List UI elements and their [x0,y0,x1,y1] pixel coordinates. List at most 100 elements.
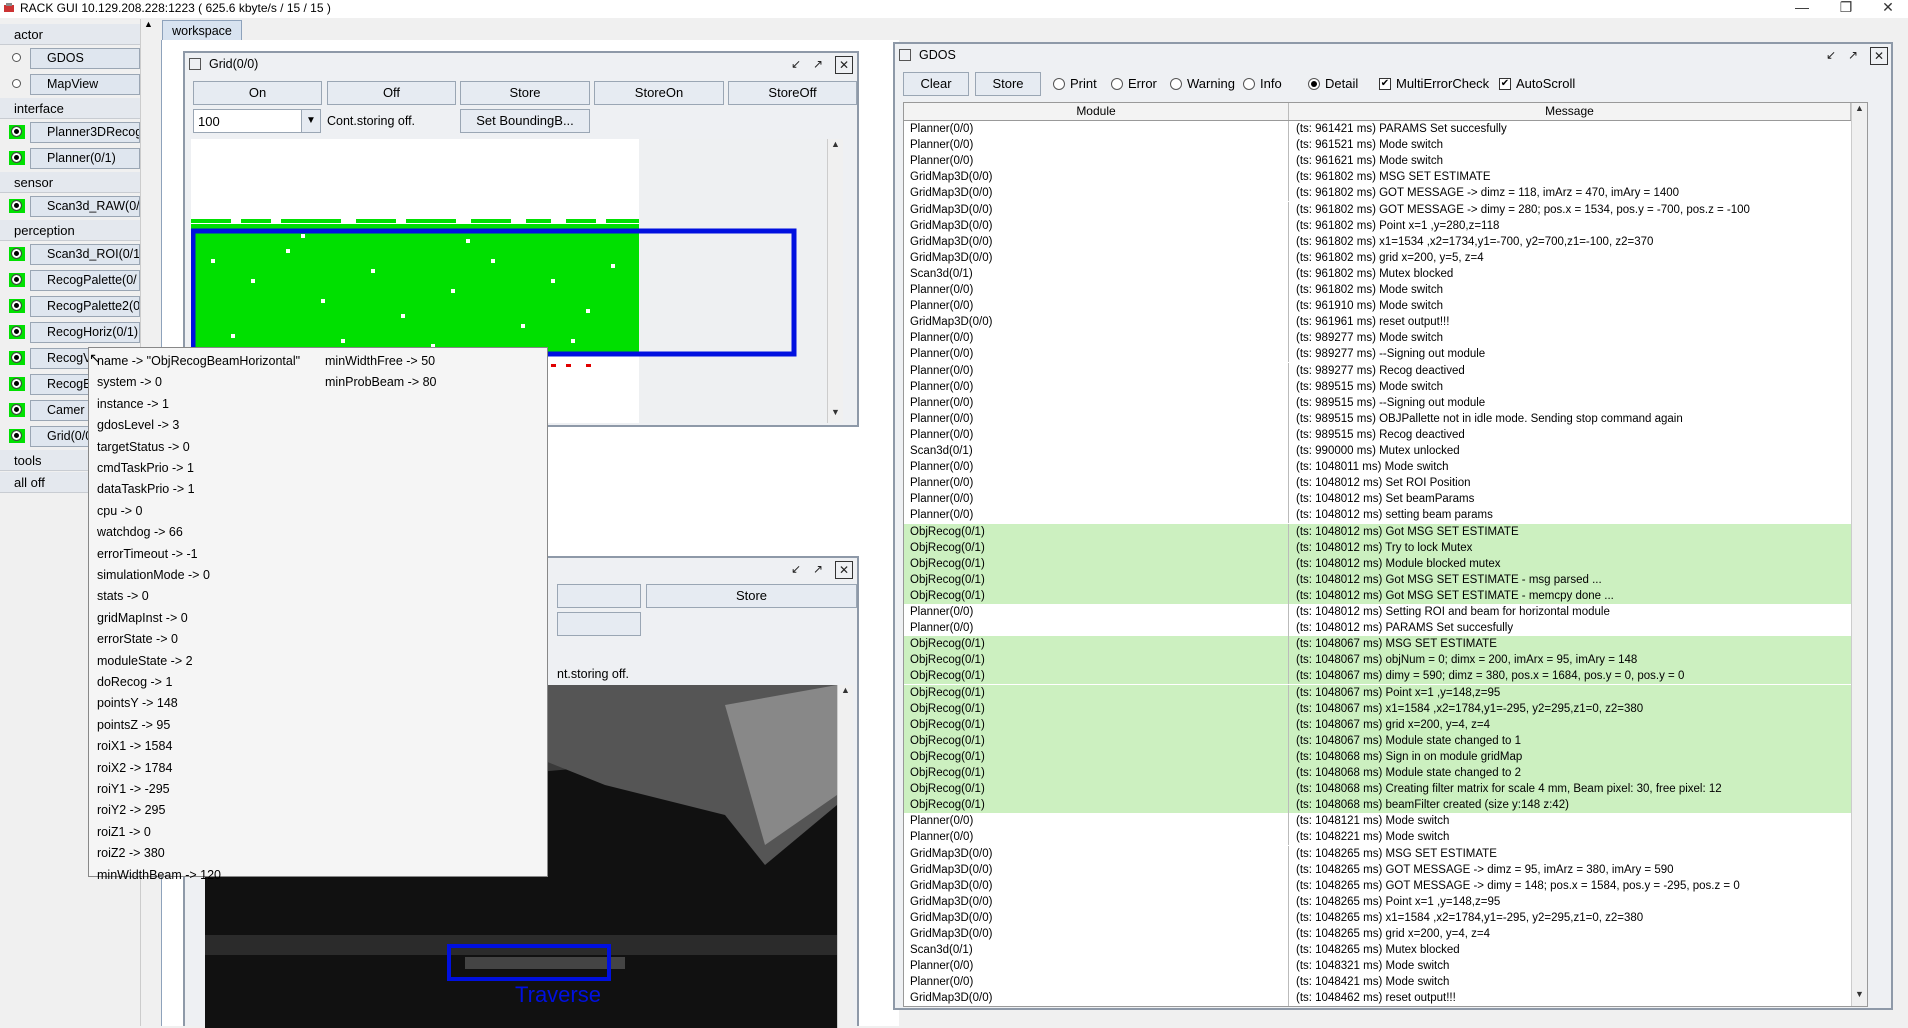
shrink-icon[interactable]: ↙ [788,561,804,577]
log-row[interactable]: Planner(0/0) (ts: 1048012 ms) Set beamPar… [904,491,1867,508]
module-toggle-radio[interactable] [9,403,25,417]
sidebar-item-scan3d-raw-0[interactable]: Scan3d_RAW(0/ [0,194,140,218]
maximize-icon[interactable]: ↗ [810,56,826,72]
camera-scrollbar[interactable]: ▲ [837,685,853,1028]
resolution-combo[interactable]: 100 ▼ [193,109,321,133]
close-icon[interactable]: ✕ [1870,47,1888,65]
on-button[interactable]: On [193,81,322,105]
log-row[interactable]: Planner(0/0) (ts: 1048012 ms) Setting ROI… [904,604,1867,620]
log-row[interactable]: GridMap3D(0/0) (ts: 1048265 ms) GOT MESSA… [904,877,1867,894]
sidebar-item-label[interactable]: Planner(0/1) [30,148,140,169]
minimize-icon[interactable]: — [1782,0,1822,15]
log-row[interactable]: Planner(0/0) (ts: 1048121 ms) Mode switch [904,813,1867,830]
log-row[interactable]: ObjRecog(0/1) (ts: 1048067 ms) Point x=1 … [904,684,1867,701]
log-row[interactable]: ObjRecog(0/1) (ts: 1048068 ms) Sign in on… [904,748,1867,765]
shrink-icon[interactable]: ↙ [788,56,804,72]
column-module[interactable]: Module [904,103,1289,120]
sidebar-group-sensor[interactable]: sensor [0,172,140,193]
log-row[interactable]: GridMap3D(0/0) (ts: 1048265 ms) Point x=1… [904,893,1867,910]
log-row[interactable]: ObjRecog(0/1) (ts: 1048068 ms) Module sta… [904,765,1867,781]
log-row[interactable]: Scan3d(0/1) (ts: 990000 ms) Mutex unlocke… [904,443,1867,459]
log-row[interactable]: Planner(0/0) (ts: 989515 ms) Mode switch [904,378,1867,395]
store-off-button[interactable]: StoreOff [728,81,857,105]
column-message[interactable]: Message [1289,103,1851,120]
sidebar-item-label[interactable]: RecogPalette2(0 [30,296,140,317]
log-row[interactable]: Planner(0/0) (ts: 1048012 ms) PARAMS Set … [904,620,1867,637]
log-row[interactable]: Planner(0/0) (ts: 989515 ms) OBJPallette … [904,410,1867,427]
sidebar-item-label[interactable]: Scan3d_RAW(0/ [30,196,140,217]
sidebar-group-actor[interactable]: actor [0,24,140,45]
camera-store-button[interactable]: Store [646,584,857,608]
log-row[interactable]: Planner(0/0) (ts: 989277 ms) Mode switch [904,330,1867,347]
log-row[interactable]: Planner(0/0) (ts: 961421 ms) PARAMS Set s… [904,121,1867,137]
log-row[interactable]: GridMap3D(0/0) (ts: 1048265 ms) grid x=20… [904,926,1867,942]
log-row[interactable]: Planner(0/0) (ts: 961802 ms) Mode switch [904,282,1867,298]
sidebar-item-label[interactable]: Scan3d_ROI(0/1) [30,244,140,265]
off-button[interactable]: Off [327,81,456,105]
log-row[interactable]: GridMap3D(0/0) (ts: 961802 ms) MSG SET ES… [904,169,1867,186]
sidebar-item-mapview[interactable]: MapView [0,72,140,96]
log-row[interactable]: ObjRecog(0/1) (ts: 1048067 ms) dimy = 590… [904,668,1867,685]
module-toggle-radio[interactable] [9,247,25,261]
module-toggle-radio[interactable] [9,273,25,287]
log-row[interactable]: Planner(0/0) (ts: 1048221 ms) Mode switch [904,829,1867,846]
log-row[interactable]: GridMap3D(0/0) (ts: 961802 ms) Point x=1 … [904,217,1867,234]
sidebar-item-label[interactable]: RecogHoriz(0/1) [30,322,140,343]
log-row[interactable]: Planner(0/0) (ts: 989277 ms) --Signing ou… [904,346,1867,363]
sidebar-item-gdos[interactable]: GDOS [0,46,140,70]
log-row[interactable]: GridMap3D(0/0) (ts: 961802 ms) GOT MESSAG… [904,185,1867,202]
log-row[interactable]: ObjRecog(0/1) (ts: 1048068 ms) beamFilter… [904,797,1867,814]
log-row[interactable]: Planner(0/0) (ts: 1048321 ms) Mode switch [904,958,1867,975]
close-icon[interactable]: ✕ [1868,0,1908,16]
module-toggle-radio[interactable] [9,325,25,339]
log-row[interactable]: Scan3d(0/1) (ts: 961802 ms) Mutex blocked [904,265,1867,282]
close-icon[interactable]: ✕ [835,56,853,74]
clear-button[interactable]: Clear [903,72,969,96]
log-row[interactable]: ObjRecog(0/1) (ts: 1048067 ms) x1=1584 ,x… [904,700,1867,717]
sidebar-item-recoghoriz-0-1[interactable]: RecogHoriz(0/1) [0,320,140,344]
sidebar-item-label[interactable]: Planner3DRecog [30,122,140,143]
module-toggle-radio[interactable] [9,51,25,65]
log-row[interactable]: GridMap3D(0/0) (ts: 1048265 ms) x1=1584 ,… [904,909,1867,926]
restore-icon[interactable]: ❐ [1826,0,1866,16]
module-toggle-radio[interactable] [9,125,25,139]
log-row[interactable]: Planner(0/0) (ts: 1048011 ms) Mode switch [904,459,1867,476]
log-row[interactable]: ObjRecog(0/1) (ts: 1048067 ms) Module sta… [904,732,1867,749]
tab-workspace[interactable]: workspace [162,20,242,41]
sidebar-item-scan3d-roi-0-1[interactable]: Scan3d_ROI(0/1) [0,242,140,266]
sidebar-item-planner3drecog[interactable]: Planner3DRecog [0,120,140,144]
log-row[interactable]: Planner(0/0) (ts: 1048421 ms) Mode switch [904,974,1867,991]
module-toggle-radio[interactable] [9,77,25,91]
log-scrollbar[interactable]: ▲ ▼ [1851,103,1867,1006]
log-row[interactable]: GridMap3D(0/0) (ts: 961961 ms) reset outp… [904,314,1867,331]
maximize-icon[interactable]: ↗ [1845,47,1861,63]
camera-combo-partial[interactable] [557,612,641,636]
log-row[interactable]: Planner(0/0) (ts: 961621 ms) Mode switch [904,153,1867,170]
module-toggle-radio[interactable] [9,151,25,165]
camera-button-partial[interactable] [557,584,641,608]
sidebar-group-interface[interactable]: interface [0,98,140,119]
module-toggle-radio[interactable] [9,199,25,213]
log-row[interactable]: ObjRecog(0/1) (ts: 1048012 ms) Got MSG SE… [904,587,1867,604]
set-bounding-box-button[interactable]: Set BoundingB... [460,109,590,133]
store-on-button[interactable]: StoreOn [594,81,724,105]
log-row[interactable]: Planner(0/0) (ts: 1048012 ms) Set ROI Pos… [904,475,1867,492]
sidebar-item-planner-0-1[interactable]: Planner(0/1) [0,146,140,170]
log-row[interactable]: GridMap3D(0/0) (ts: 961802 ms) grid x=200… [904,249,1867,266]
close-icon[interactable]: ✕ [835,561,853,579]
log-row[interactable]: GridMap3D(0/0) (ts: 1048462 ms) reset out… [904,990,1867,1006]
log-row[interactable]: Planner(0/0) (ts: 989277 ms) Recog deacti… [904,362,1867,379]
log-row[interactable]: Planner(0/0) (ts: 989515 ms) --Signing ou… [904,394,1867,411]
gdos-store-button[interactable]: Store [975,72,1041,96]
chevron-down-icon[interactable]: ▼ [301,110,320,132]
sidebar-item-recogpalette-0[interactable]: RecogPalette(0/ [0,268,140,292]
log-row[interactable]: Planner(0/0) (ts: 1048012 ms) setting bea… [904,507,1867,524]
log-row[interactable]: ObjRecog(0/1) (ts: 1048067 ms) MSG SET ES… [904,636,1867,653]
grid-frame-titlebar[interactable]: Grid(0/0) ↙ ↗ ✕ [185,53,857,77]
sidebar-item-label[interactable]: RecogPalette(0/ [30,270,140,291]
log-row[interactable]: ObjRecog(0/1) (ts: 1048012 ms) Try to loc… [904,539,1867,556]
log-row[interactable]: ObjRecog(0/1) (ts: 1048067 ms) objNum = 0… [904,652,1867,669]
module-toggle-radio[interactable] [9,351,25,365]
sidebar-group-perception[interactable]: perception [0,220,140,241]
module-toggle-radio[interactable] [9,299,25,313]
